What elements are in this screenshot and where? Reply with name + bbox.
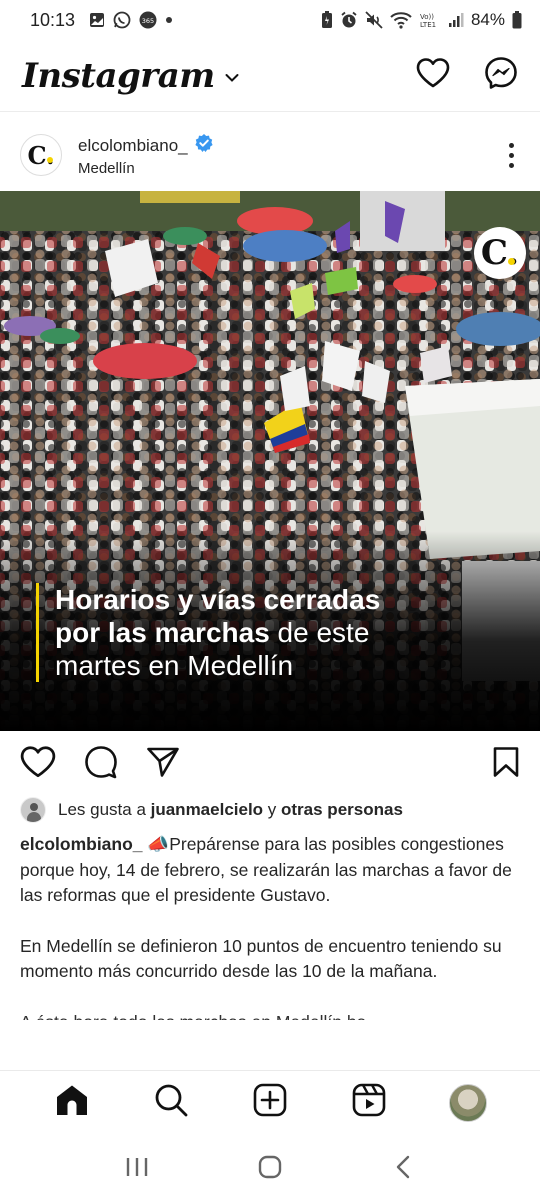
megaphone-emoji: 📣 [147,834,170,854]
headline-line: martes en Medellín [55,649,436,682]
messenger-icon[interactable] [484,56,518,95]
wifi-icon [390,11,412,29]
likes-middle: y [263,800,282,819]
signal-icon [448,12,464,28]
avatar-letter: C. [27,140,55,170]
post-meta: elcolombiano_ Medellín [78,133,214,177]
verified-badge-icon [194,133,214,158]
likes-others[interactable]: otras personas [281,800,403,819]
more-dot [509,152,514,158]
headline-bold: por las marchas [55,617,270,648]
gallery-icon [89,12,105,28]
svg-text:LTE1: LTE1 [420,21,436,29]
svg-text:365: 365 [142,17,154,25]
share-icon[interactable] [146,746,180,783]
likes-row[interactable]: Les gusta a juanmaelcielo y otras person… [20,797,403,823]
more-dot [509,162,514,168]
svg-text:Vo)): Vo)) [420,13,434,21]
post-caption: elcolombiano_ 📣Prepárense para las posib… [20,832,520,1020]
battery-percent: 84% [470,10,505,29]
alarm-icon [340,11,358,29]
nav-create[interactable] [240,1073,300,1133]
back-icon[interactable] [373,1142,433,1192]
like-heart-icon[interactable] [20,745,56,784]
headline-regular: de este [269,617,370,648]
reels-icon [352,1083,386,1122]
create-icon [253,1083,287,1122]
avatar-body [27,812,41,822]
bottom-nav [0,1070,540,1134]
profile-avatar [449,1083,488,1122]
caption-username[interactable]: elcolombiano_ [20,834,143,854]
image-headline: Horarios y vías cerradas por las marchas… [36,583,436,682]
likes-prefix: Les gusta a [58,800,151,819]
recents-icon[interactable] [107,1142,167,1192]
status-time: 10:13 [30,9,76,30]
search-icon [154,1083,188,1122]
chevron-down-icon[interactable] [225,70,239,88]
post-user-row: elcolombiano_ [78,133,214,158]
headline-regular: martes en Medellín [55,650,294,681]
app-header: Instagram [0,40,540,112]
avatar-logo: C. [24,138,58,172]
more-dot [509,142,514,148]
avatar-dot [47,157,53,163]
post-username[interactable]: elcolombiano_ [78,136,188,156]
post-header: C. elcolombiano_ Medellín [0,120,540,190]
home-icon [55,1084,89,1121]
office365-icon: 365 [139,11,157,29]
image-logo: C. [474,227,526,279]
status-bar: 10:13 365 Vo)) LTE1 84% [0,0,540,40]
post-actions [0,738,540,790]
image-logo-letter: C. [480,233,520,273]
system-nav-bar [0,1134,540,1200]
dot-icon [165,16,173,24]
battery-saver-icon [321,11,333,29]
status-left: 10:13 365 [30,10,173,31]
heart-icon[interactable] [416,57,450,94]
more-options-icon[interactable] [503,137,520,174]
likes-text: Les gusta a juanmaelcielo y otras person… [58,800,403,820]
status-right: Vo)) LTE1 84% [321,10,522,30]
home-circle-icon[interactable] [240,1142,300,1192]
liker-avatar[interactable] [20,797,46,823]
signal-label: Vo)) LTE1 [419,11,441,29]
headline-bold: Horarios y vías cerradas [55,584,381,615]
caption-text-2: En Medellín se definieron 10 puntos de e… [20,935,502,982]
caption-paragraph-2: En Medellín se definieron 10 puntos de e… [20,934,520,985]
comment-icon[interactable] [84,745,118,784]
instagram-logo[interactable]: Instagram [22,56,215,96]
whatsapp-icon [113,11,131,29]
bookmark-icon[interactable] [492,746,520,782]
actions-left [20,745,180,784]
post-avatar[interactable]: C. [20,134,62,176]
liker-username[interactable]: juanmaelcielo [151,800,263,819]
post-location[interactable]: Medellín [78,160,214,177]
caption-paragraph-1: elcolombiano_ 📣Prepárense para las posib… [20,832,520,909]
headline-line: por las marchas de este [55,616,436,649]
avatar-head [30,803,38,811]
caption-paragraph-3: A ésta hora todo las marchas en Medellín… [20,1010,520,1020]
nav-search[interactable] [141,1073,201,1133]
nav-profile[interactable] [438,1073,498,1133]
mute-icon [365,11,383,29]
actions-right [492,746,520,783]
headline-line: Horarios y vías cerradas [55,583,436,616]
image-logo-dot [508,258,515,265]
battery-icon [512,11,522,29]
nav-home[interactable] [42,1073,102,1133]
post-image[interactable]: C. Horarios y vías cerradas por las marc… [0,191,540,731]
nav-reels[interactable] [339,1073,399,1133]
header-actions [416,56,518,95]
